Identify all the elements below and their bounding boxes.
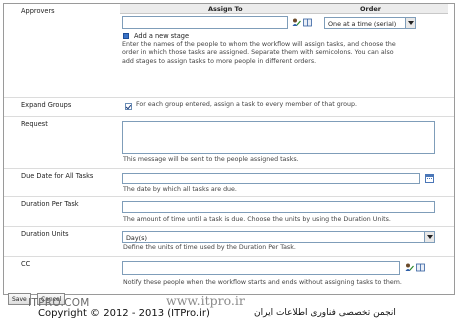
approvers-help: Enter the names of the people to whom th… xyxy=(122,41,452,66)
duration-units-help: Define the units of time used by the Dur… xyxy=(123,244,296,251)
approvers-label: Approvers xyxy=(21,7,55,15)
duration-units-row: Duration Units Day(s) Define the units o… xyxy=(4,226,454,256)
copyright-text: Copyright © 2012 - 2013 (ITPro.ir) xyxy=(38,308,210,319)
expand-groups-label: Expand Groups xyxy=(21,101,72,109)
approvers-help-line: Enter the names of the people to whom th… xyxy=(122,41,396,48)
due-date-row: Due Date for All Tasks The date by which… xyxy=(4,168,454,196)
cc-label: CC xyxy=(21,260,31,268)
request-row: Request This message will be sent to the… xyxy=(4,116,454,168)
approvers-help-line: order in which those tasks are assigned.… xyxy=(122,49,394,57)
cc-help: Notify these people when the workflow st… xyxy=(123,279,402,286)
chevron-down-icon[interactable] xyxy=(405,18,415,28)
assign-to-header: Assign To xyxy=(208,5,243,13)
chevron-down-icon[interactable] xyxy=(424,232,434,242)
expand-groups-text: For each group entered, assign a task to… xyxy=(136,101,357,108)
check-names-icon[interactable] xyxy=(405,263,414,272)
approvers-column-header: Assign To Order xyxy=(120,4,448,14)
add-stage-link[interactable]: Add a new stage xyxy=(134,32,189,40)
cc-row: CC Notify these people when the workflow… xyxy=(4,256,454,294)
duration-per-task-input[interactable] xyxy=(122,201,435,213)
order-select[interactable]: One at a time (serial) xyxy=(324,17,416,29)
order-select-value: One at a time (serial) xyxy=(328,20,397,28)
request-textarea[interactable] xyxy=(122,121,435,154)
duration-per-task-row: Duration Per Task The amount of time unt… xyxy=(4,196,454,226)
expand-groups-checkbox[interactable] xyxy=(125,103,132,110)
arabic-text: انجمن تخصصی فناوری اطلاعات ایران xyxy=(254,308,396,318)
watermark-url: www.itpro.ir xyxy=(166,293,245,308)
duration-units-select[interactable]: Day(s) xyxy=(122,231,435,243)
assign-to-input[interactable] xyxy=(122,16,288,29)
duration-per-task-label: Duration Per Task xyxy=(21,200,79,208)
duration-units-value: Day(s) xyxy=(126,234,147,242)
due-date-input[interactable] xyxy=(122,173,420,184)
add-stage-icon[interactable] xyxy=(123,33,129,39)
due-date-label: Due Date for All Tasks xyxy=(21,172,94,180)
approvers-help-line: add stages to assign tasks to more peopl… xyxy=(122,57,317,65)
workflow-form: Approvers Assign To Order One at a time … xyxy=(3,3,455,295)
calendar-icon[interactable] xyxy=(425,174,434,183)
address-book-icon[interactable] xyxy=(303,18,312,27)
duration-per-task-help: The amount of time until a task is due. … xyxy=(123,216,391,223)
order-header: Order xyxy=(360,5,381,13)
expand-groups-row: Expand Groups For each group entered, as… xyxy=(4,97,454,116)
check-names-icon[interactable] xyxy=(292,18,301,27)
approvers-row: Approvers Assign To Order One at a time … xyxy=(4,4,454,97)
cc-input[interactable] xyxy=(122,261,400,275)
address-book-icon[interactable] xyxy=(416,263,425,272)
request-help: This message will be sent to the people … xyxy=(123,156,299,163)
due-date-help: The date by which all tasks are due. xyxy=(123,186,237,193)
request-label: Request xyxy=(21,120,48,128)
duration-units-label: Duration Units xyxy=(21,230,69,238)
